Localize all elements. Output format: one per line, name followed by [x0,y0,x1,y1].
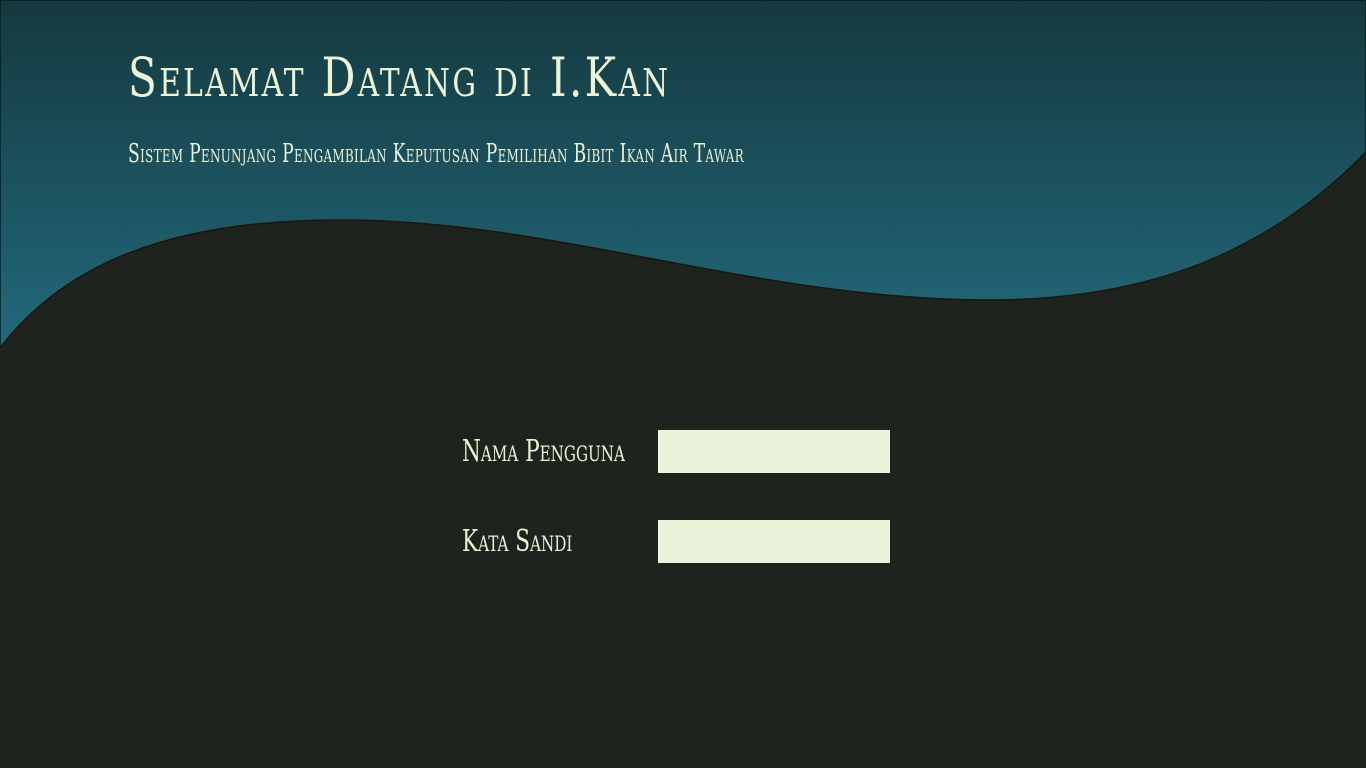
password-input[interactable] [658,520,890,563]
login-form: Nama Pengguna Kata Sandi [462,428,902,568]
username-label: Nama Pengguna [462,434,625,469]
password-label: Kata Sandi [462,524,573,559]
username-input[interactable] [658,430,890,473]
page-title: Selamat Datang di I.Kan [128,46,671,109]
page-subtitle: Sistem Penunjang Pengambilan Keputusan P… [128,139,744,169]
login-screen: Selamat Datang di I.Kan Sistem Penunjang… [0,0,1366,768]
